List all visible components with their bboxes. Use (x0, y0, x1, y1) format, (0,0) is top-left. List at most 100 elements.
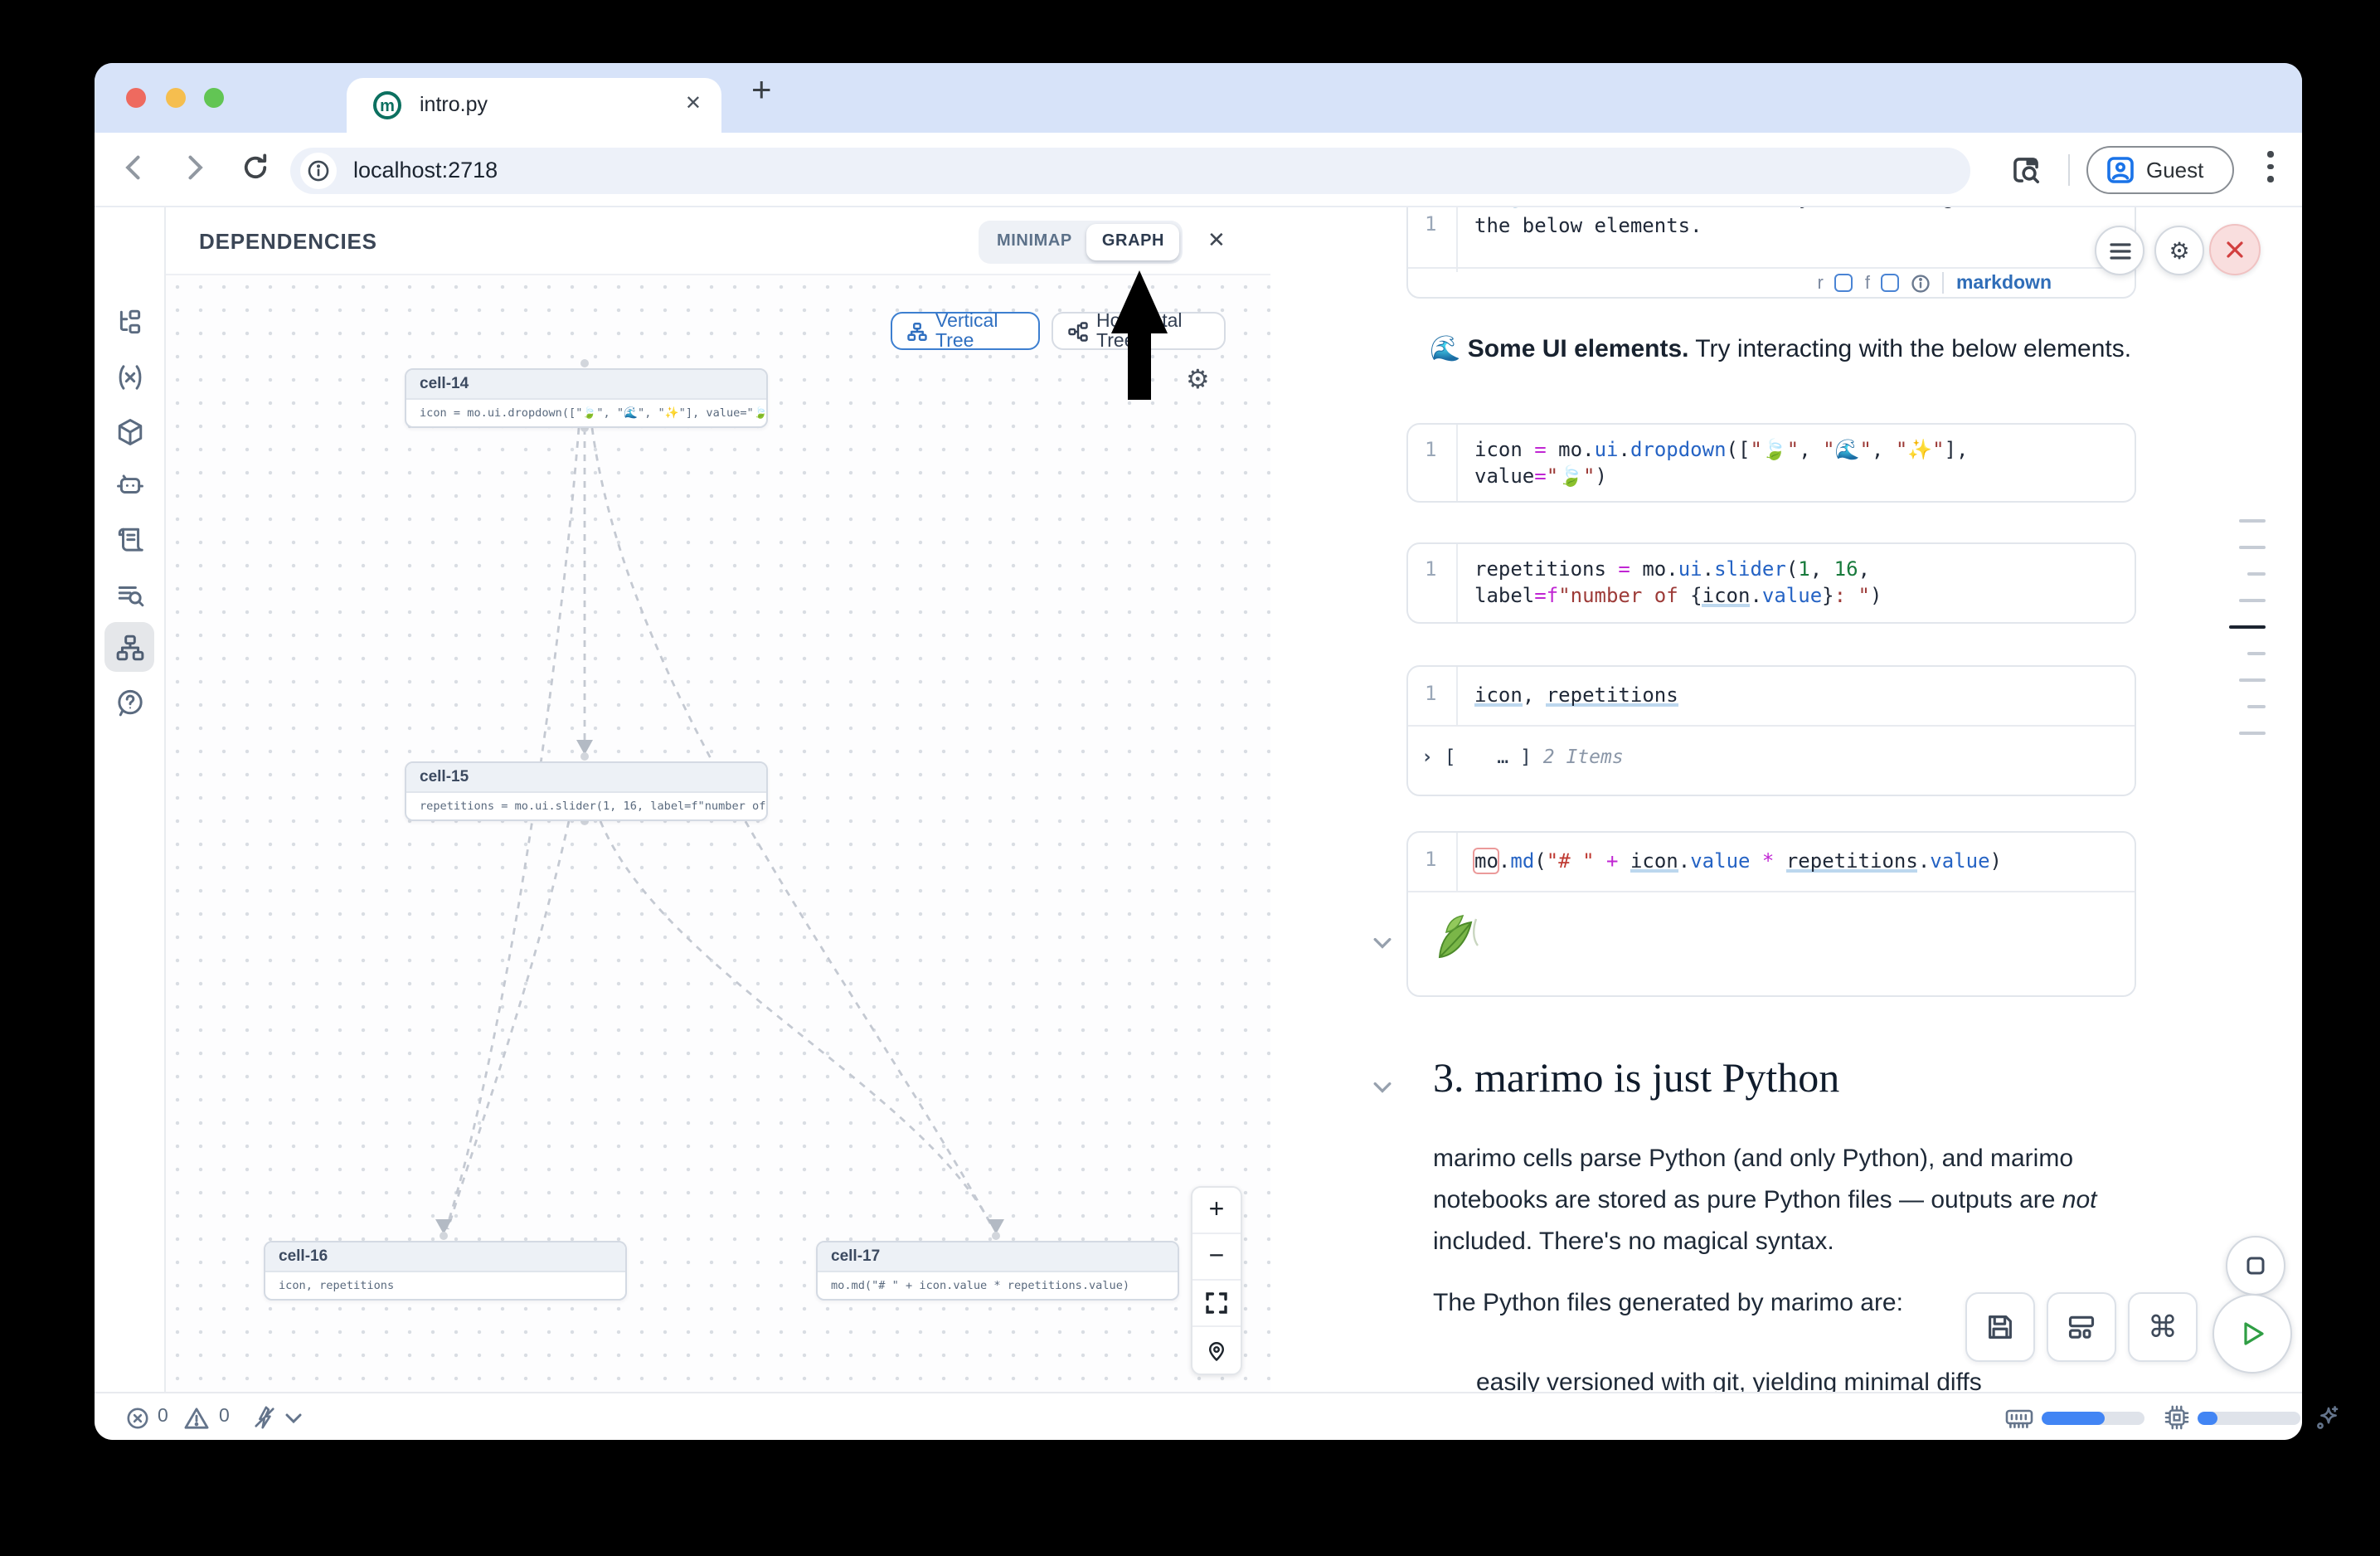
ai-sparkle-icon[interactable] (2314, 1405, 2340, 1432)
line-gutter: 1 (1408, 544, 1458, 622)
code-line[interactable]: icon = mo.ui.dropdown(["🍃", "🌊", "✨"], (1474, 436, 1969, 463)
notebook-settings-button[interactable]: ⚙ (2154, 226, 2204, 275)
graph-canvas[interactable]: Vertical Tree Horizontal Tree ⚙ cell-14 … (166, 275, 1270, 1392)
outline-mark[interactable] (2247, 572, 2266, 576)
outline-mark[interactable] (2239, 732, 2266, 735)
warnings-icon[interactable] (184, 1407, 209, 1430)
code-line[interactable]: value="🍃") (1474, 463, 1607, 489)
autorun-disabled-icon[interactable] (252, 1405, 277, 1430)
node-title: cell-16 (265, 1242, 625, 1272)
outline-mark[interactable] (2239, 546, 2266, 549)
sidebar-item-logs[interactable] (116, 581, 144, 609)
code-line[interactable]: **🌊 Some UI elements.** Try interacting … (1474, 207, 2014, 211)
collapse-chevron-icon[interactable] (1373, 937, 1392, 949)
sidebar-item-ai-assistant[interactable] (116, 471, 144, 499)
dropdown-code-cell[interactable]: 1 icon = mo.ui.dropdown(["🍃", "🌊", "✨"],… (1406, 423, 2136, 503)
sidebar-item-help[interactable] (116, 688, 144, 717)
traffic-light-zoom[interactable] (204, 88, 224, 108)
site-info-icon[interactable] (307, 159, 330, 182)
keyboard-shortcuts-button[interactable]: ⌘ (2128, 1292, 2198, 1362)
code-line[interactable]: icon, repetitions (1474, 682, 1678, 708)
info-icon[interactable] (1911, 273, 1931, 293)
browser-menu-icon[interactable] (2267, 151, 2274, 188)
section-collapse-chevron-icon[interactable] (1373, 1082, 1392, 1093)
markdown-output: 🌊 Some UI elements. Try interacting with… (1430, 333, 2131, 363)
vertical-tree-button[interactable]: Vertical Tree (891, 312, 1040, 350)
browser-tab[interactable]: m intro.py ✕ (347, 78, 721, 133)
tab-minimap[interactable]: MINIMAP (982, 224, 1087, 260)
sidebar-item-snippets[interactable] (116, 526, 144, 554)
layout-button[interactable] (2047, 1292, 2116, 1362)
refs-code-cell[interactable]: 1 icon, repetitions › [ … ] 2 Items (1406, 665, 2136, 796)
outline-mark[interactable] (2239, 519, 2266, 523)
shutdown-button[interactable] (2209, 224, 2261, 275)
fit-view-button[interactable] (1192, 1281, 1241, 1327)
expand-icon[interactable]: › (1421, 745, 1433, 768)
vertical-tree-label: Vertical Tree (935, 311, 1023, 351)
outline-mark[interactable] (2247, 705, 2266, 708)
profile-label: Guest (2146, 158, 2203, 182)
code-line[interactable]: mo.md("# " + icon.value * repetitions.va… (1474, 848, 2002, 874)
tab-close-icon[interactable]: ✕ (685, 91, 702, 114)
graph-node-cell-17[interactable]: cell-17 mo.md("# " + icon.value * repeti… (816, 1241, 1179, 1301)
new-tab-button[interactable]: + (751, 71, 772, 111)
toolbar-divider (2068, 154, 2070, 186)
format-checkbox[interactable] (1882, 274, 1900, 292)
code-line[interactable]: label=f"number of {icon.value}: ") (1474, 582, 1882, 609)
sidebar-item-packages[interactable] (116, 418, 144, 446)
url-text[interactable]: localhost:2718 (353, 158, 498, 182)
marimo-favicon: m (373, 91, 401, 119)
tab-strip: m intro.py ✕ + (95, 63, 2302, 133)
outline-mark[interactable] (2247, 652, 2266, 655)
code-line[interactable]: the below elements. (1474, 212, 1702, 239)
sidebar-item-dependencies[interactable] (116, 634, 144, 662)
url-bar[interactable]: localhost:2718 (290, 148, 1970, 194)
view-switcher: MINIMAP GRAPH (979, 221, 1183, 264)
outline-mark-active[interactable] (2229, 625, 2266, 629)
errors-icon[interactable] (126, 1407, 149, 1430)
leaf-emoji-output (1421, 906, 1494, 979)
traffic-light-close[interactable] (126, 88, 146, 108)
dependencies-panel: DEPENDENCIES MINIMAP GRAPH ✕ (166, 207, 1270, 1392)
cell-output-divider (1408, 725, 2135, 727)
collapsed-output-row[interactable]: › [ … ] 2 Items (1421, 745, 1624, 768)
line-gutter: 1 (1408, 425, 1458, 501)
traffic-light-minimize[interactable] (166, 88, 186, 108)
forward-icon[interactable] (179, 153, 209, 182)
tab-graph[interactable]: GRAPH (1087, 224, 1179, 260)
run-button[interactable] (2212, 1294, 2292, 1374)
slider-code-cell[interactable]: 1 repetitions = mo.ui.slider(1, 16, labe… (1406, 542, 2136, 624)
graph-settings-icon[interactable]: ⚙ (1186, 363, 1210, 396)
outline-mark[interactable] (2239, 678, 2266, 682)
reactive-checkbox[interactable] (1835, 274, 1853, 292)
section-heading: 3. marimo is just Python (1433, 1057, 1839, 1103)
sidebar-item-file-explorer[interactable] (116, 309, 144, 337)
notebook-menu-button[interactable] (2095, 226, 2144, 275)
save-button[interactable] (1965, 1292, 2035, 1362)
graph-edges (166, 275, 1270, 1392)
zoom-in-button[interactable]: + (1192, 1188, 1241, 1234)
profile-button[interactable]: Guest (2086, 146, 2234, 194)
graph-node-cell-16[interactable]: cell-16 icon, repetitions (264, 1241, 627, 1301)
md-output-cell[interactable]: 1 mo.md("# " + icon.value * repetitions.… (1406, 831, 2136, 997)
line-number: 1 (1425, 438, 1436, 461)
statusbar-chevron-icon[interactable] (285, 1413, 302, 1423)
sidebar-item-variables[interactable] (116, 363, 144, 391)
scroll-lock-button[interactable] (2226, 1236, 2285, 1296)
markdown-cell[interactable]: 1 **🌊 Some UI elements.** Try interactin… (1406, 207, 2136, 299)
cpu-icon (2164, 1405, 2189, 1430)
tab-search-icon[interactable] (2010, 154, 2042, 186)
code-line[interactable]: repetitions = mo.ui.slider(1, 16, (1474, 556, 1870, 582)
locate-button[interactable] (1192, 1327, 1241, 1374)
reload-icon[interactable] (240, 153, 270, 182)
outline-mark[interactable] (2239, 599, 2266, 602)
panel-close-icon[interactable]: ✕ (1207, 227, 1226, 254)
graph-node-cell-15[interactable]: cell-15 repetitions = mo.ui.slider(1, 16… (405, 761, 768, 821)
graph-node-cell-14[interactable]: cell-14 icon = mo.ui.dropdown(["🍃", "🌊",… (405, 368, 768, 428)
node-code: mo.md("# " + icon.value * repetitions.va… (818, 1272, 1178, 1299)
memory-icon (2005, 1407, 2033, 1430)
pointer-arrow-cursor (1108, 267, 1174, 406)
zoom-out-button[interactable]: − (1192, 1234, 1241, 1281)
language-badge[interactable]: markdown (1956, 273, 2052, 293)
back-icon[interactable] (119, 153, 149, 182)
